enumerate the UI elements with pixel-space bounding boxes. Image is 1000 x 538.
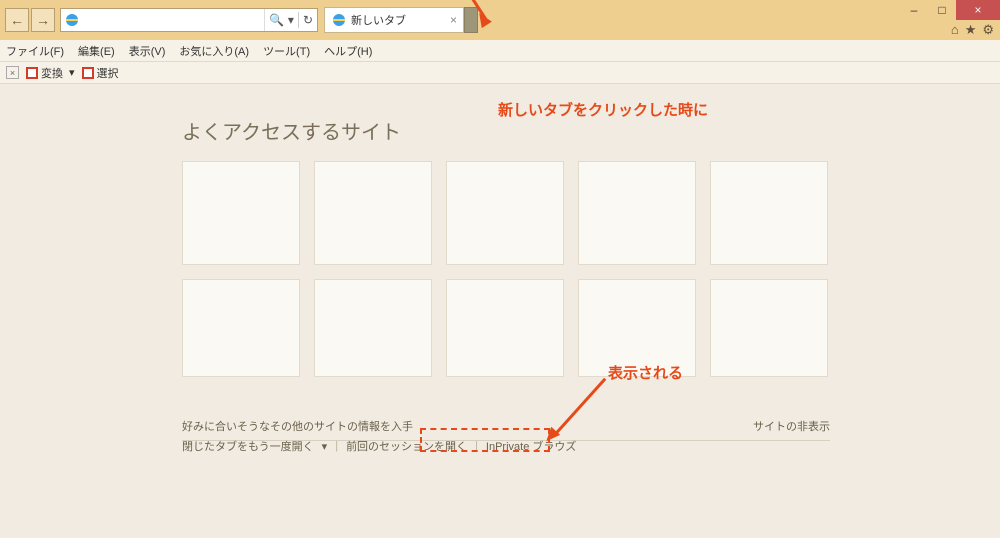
tab-label: 新しいタブ: [351, 12, 406, 28]
minimize-button[interactable]: –: [900, 0, 928, 20]
site-tile[interactable]: [578, 161, 696, 265]
site-tile[interactable]: [446, 161, 564, 265]
maximize-button[interactable]: □: [928, 0, 956, 20]
select-icon: [81, 66, 95, 80]
menu-tools[interactable]: ツール(T): [263, 43, 310, 59]
menu-bar: ファイル(F) 編集(E) 表示(V) お気に入り(A) ツール(T) ヘルプ(…: [0, 40, 1000, 62]
window-controls: – □ ×: [900, 0, 1000, 20]
address-tools: 🔍 ▾ ↻: [264, 9, 317, 31]
actions-line: 閉じたタブをもう一度開く ▾ | 前回のセッションを開く | InPrivate…: [182, 438, 576, 454]
reopen-last-session-link[interactable]: 前回のセッションを開く: [346, 438, 467, 454]
search-icon[interactable]: 🔍: [269, 13, 284, 27]
tab-new[interactable]: 新しいタブ ×: [324, 7, 464, 33]
close-button[interactable]: ×: [956, 0, 1000, 20]
select-button[interactable]: 選択: [81, 65, 119, 81]
header-icons: ⌂ ★ ⚙: [951, 22, 994, 38]
search-dropdown-icon[interactable]: ▾: [288, 13, 294, 27]
reopen-closed-tabs-link[interactable]: 閉じたタブをもう一度開く: [182, 438, 314, 454]
separator: |: [475, 440, 478, 452]
pdf-icon: [25, 66, 39, 80]
menu-help[interactable]: ヘルプ(H): [324, 43, 372, 59]
select-label: 選択: [97, 65, 119, 81]
annotation-text-1: 新しいタブをクリックした時に: [498, 99, 708, 120]
title-bar: ← → 🔍 ▾ ↻ 新しいタブ × – □ × ⌂ ★ ⚙: [0, 0, 1000, 40]
site-tile[interactable]: [314, 279, 432, 377]
site-tile[interactable]: [710, 279, 828, 377]
new-tab-page: よくアクセスするサイト 好みに合いそうなその他のサイトの情報を入手 サイトの非表…: [0, 84, 1000, 538]
frequent-sites-row-2: [182, 279, 828, 377]
home-icon[interactable]: ⌂: [951, 22, 959, 38]
url-input[interactable]: [83, 10, 264, 30]
site-tile[interactable]: [182, 279, 300, 377]
menu-edit[interactable]: 編集(E): [78, 43, 115, 59]
site-tile[interactable]: [446, 279, 564, 377]
site-tile[interactable]: [314, 161, 432, 265]
convert-button[interactable]: 変換: [25, 65, 63, 81]
site-tile[interactable]: [182, 161, 300, 265]
separator: |: [335, 440, 338, 452]
convert-label: 変換: [41, 65, 63, 81]
discover-sites-link[interactable]: 好みに合いそうなその他のサイトの情報を入手: [182, 418, 413, 434]
addon-toolbar: × 変換 ▾ 選択: [0, 62, 1000, 84]
separator: [298, 12, 299, 28]
reopen-dropdown-icon[interactable]: ▾: [322, 440, 328, 453]
ie-logo-icon: [64, 12, 80, 28]
frequent-sites-row-1: [182, 161, 828, 265]
annotation-text-2: 表示される: [608, 362, 683, 383]
forward-button[interactable]: →: [31, 8, 55, 32]
page-title: よくアクセスするサイト: [182, 116, 1000, 145]
hide-sites-link[interactable]: サイトの非表示: [753, 418, 830, 434]
menu-favorites[interactable]: お気に入り(A): [179, 43, 249, 59]
tab-close-button[interactable]: ×: [450, 13, 457, 27]
refresh-button[interactable]: ↻: [303, 13, 313, 27]
ie-logo-icon: [331, 12, 347, 28]
menu-view[interactable]: 表示(V): [129, 43, 166, 59]
site-tile[interactable]: [710, 161, 828, 265]
toolbar-close-button[interactable]: ×: [6, 66, 19, 79]
settings-icon[interactable]: ⚙: [982, 22, 994, 38]
favorites-icon[interactable]: ★: [965, 22, 977, 38]
inprivate-browse-link[interactable]: InPrivate ブラウズ: [486, 438, 576, 454]
back-button[interactable]: ←: [5, 8, 29, 32]
address-bar[interactable]: 🔍 ▾ ↻: [60, 8, 318, 32]
convert-dropdown[interactable]: ▾: [69, 66, 75, 79]
menu-file[interactable]: ファイル(F): [6, 43, 64, 59]
